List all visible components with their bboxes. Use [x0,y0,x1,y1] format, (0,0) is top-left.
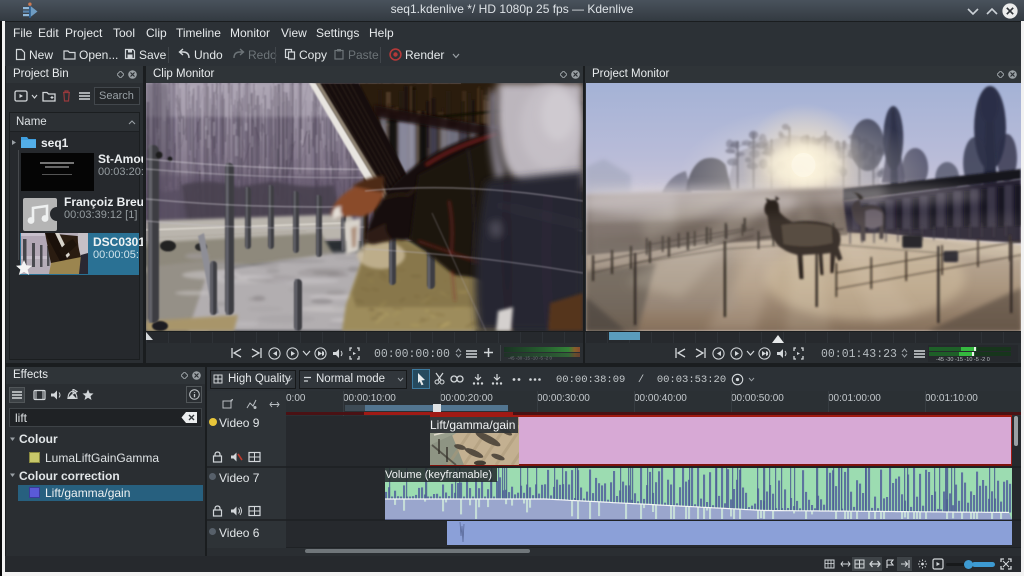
svg-text:00:01:10:00: 00:01:10:00 [925,393,978,404]
svg-text:-45 -30 -15 -10 -5 -2 0: -45 -30 -15 -10 -5 -2 0 [936,357,990,362]
svg-text:00:00:40:00: 00:00:40:00 [634,393,687,404]
svg-text:00:00:30:00: 00:00:30:00 [537,393,590,404]
svg-text:00:00:10:00: 00:00:10:00 [343,393,396,404]
svg-text:-45 -30 -15 -10 -5 -2: -45 -30 -15 -10 -5 -2 0 [508,356,553,361]
svg-text:00:01:00:00: 00:01:00:00 [828,393,881,404]
svg-text:0:00: 0:00 [286,393,306,404]
svg-text:00:00:50:00: 00:00:50:00 [731,393,784,404]
svg-text:00:00:20:00: 00:00:20:00 [440,393,493,404]
